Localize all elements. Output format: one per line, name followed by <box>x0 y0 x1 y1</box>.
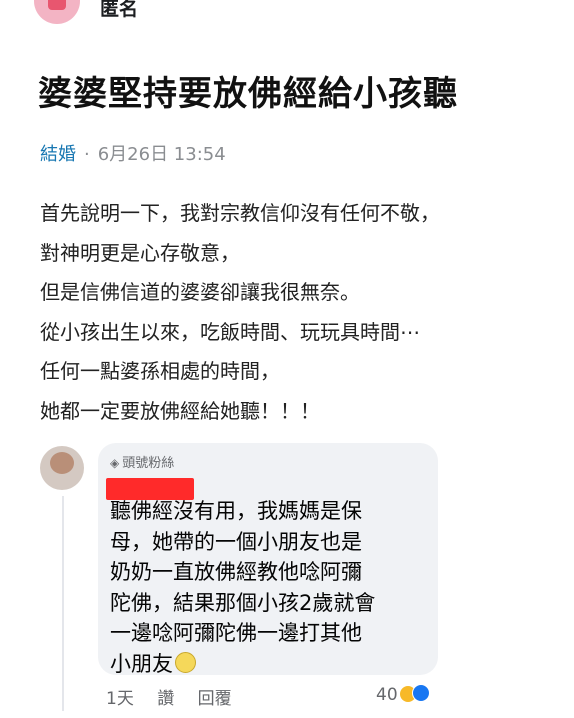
badge-label: 頭號粉絲 <box>122 456 175 471</box>
like-icon <box>411 684 430 702</box>
comment-actions: 1天 讚 回覆 <box>106 684 250 709</box>
reply-button[interactable]: 回覆 <box>198 689 232 709</box>
reaction-summary[interactable]: 40 <box>376 684 430 705</box>
body-line: 但是信佛信道的婆婆卻讓我很無奈。 <box>40 280 360 304</box>
thread-line <box>62 496 64 711</box>
comment-text: 聽佛經沒有用，我媽媽是保 母，她帶的一個小朋友也是 奶奶一直放佛經教他唸阿彌 陀… <box>110 496 375 679</box>
comment-time: 1天 <box>106 689 134 709</box>
author-avatar[interactable] <box>34 0 80 24</box>
diamond-icon: ◈ <box>110 456 120 470</box>
comment-line: 小朋友 <box>110 651 173 676</box>
body-line: 對神明更是心存敬意， <box>40 240 240 265</box>
meta-separator: · <box>84 144 90 165</box>
category-link[interactable]: 結婚 <box>40 144 76 165</box>
post-timestamp: 6月26日 13:54 <box>97 144 226 165</box>
comment-line: 奶奶一直放佛經教他唸阿彌 <box>110 560 362 584</box>
author-name[interactable]: 匿名 <box>100 0 138 21</box>
comment-line: 一邊唸阿彌陀佛一邊打其他 <box>110 621 362 645</box>
post-title: 婆婆堅持要放佛經給小孩聽 <box>38 74 458 114</box>
comment-line: 陀佛，結果那個小孩2歲就會 <box>110 590 376 615</box>
like-button[interactable]: 讚 <box>157 689 174 709</box>
reaction-count: 40 <box>376 685 398 705</box>
body-line: 任何一點婆孫相處的時間， <box>40 359 280 383</box>
commenter-avatar[interactable] <box>40 446 84 490</box>
comment-line: 聽佛經沒有用，我媽媽是保 <box>110 499 362 523</box>
flushed-emoji-icon <box>175 651 196 673</box>
body-line: 首先說明一下，我對宗教信仰沒有任何不敬， <box>40 201 440 225</box>
comment-line-last: 小朋友 <box>110 649 375 680</box>
top-fan-badge: ◈ 頭號粉絲 <box>110 452 174 471</box>
body-line: 她都一定要放佛經給她聽！！！ <box>40 398 320 423</box>
post-body: 首先說明一下，我對宗教信仰沒有任何不敬， 對神明更是心存敬意， 但是信佛信道的婆… <box>40 194 440 431</box>
post-meta: 結婚 · 6月26日 13:54 <box>40 140 226 166</box>
comment-line: 母，她帶的一個小朋友也是 <box>110 529 362 554</box>
body-line: 從小孩出生以來，吃飯時間、玩玩具時間⋯ <box>40 319 420 344</box>
